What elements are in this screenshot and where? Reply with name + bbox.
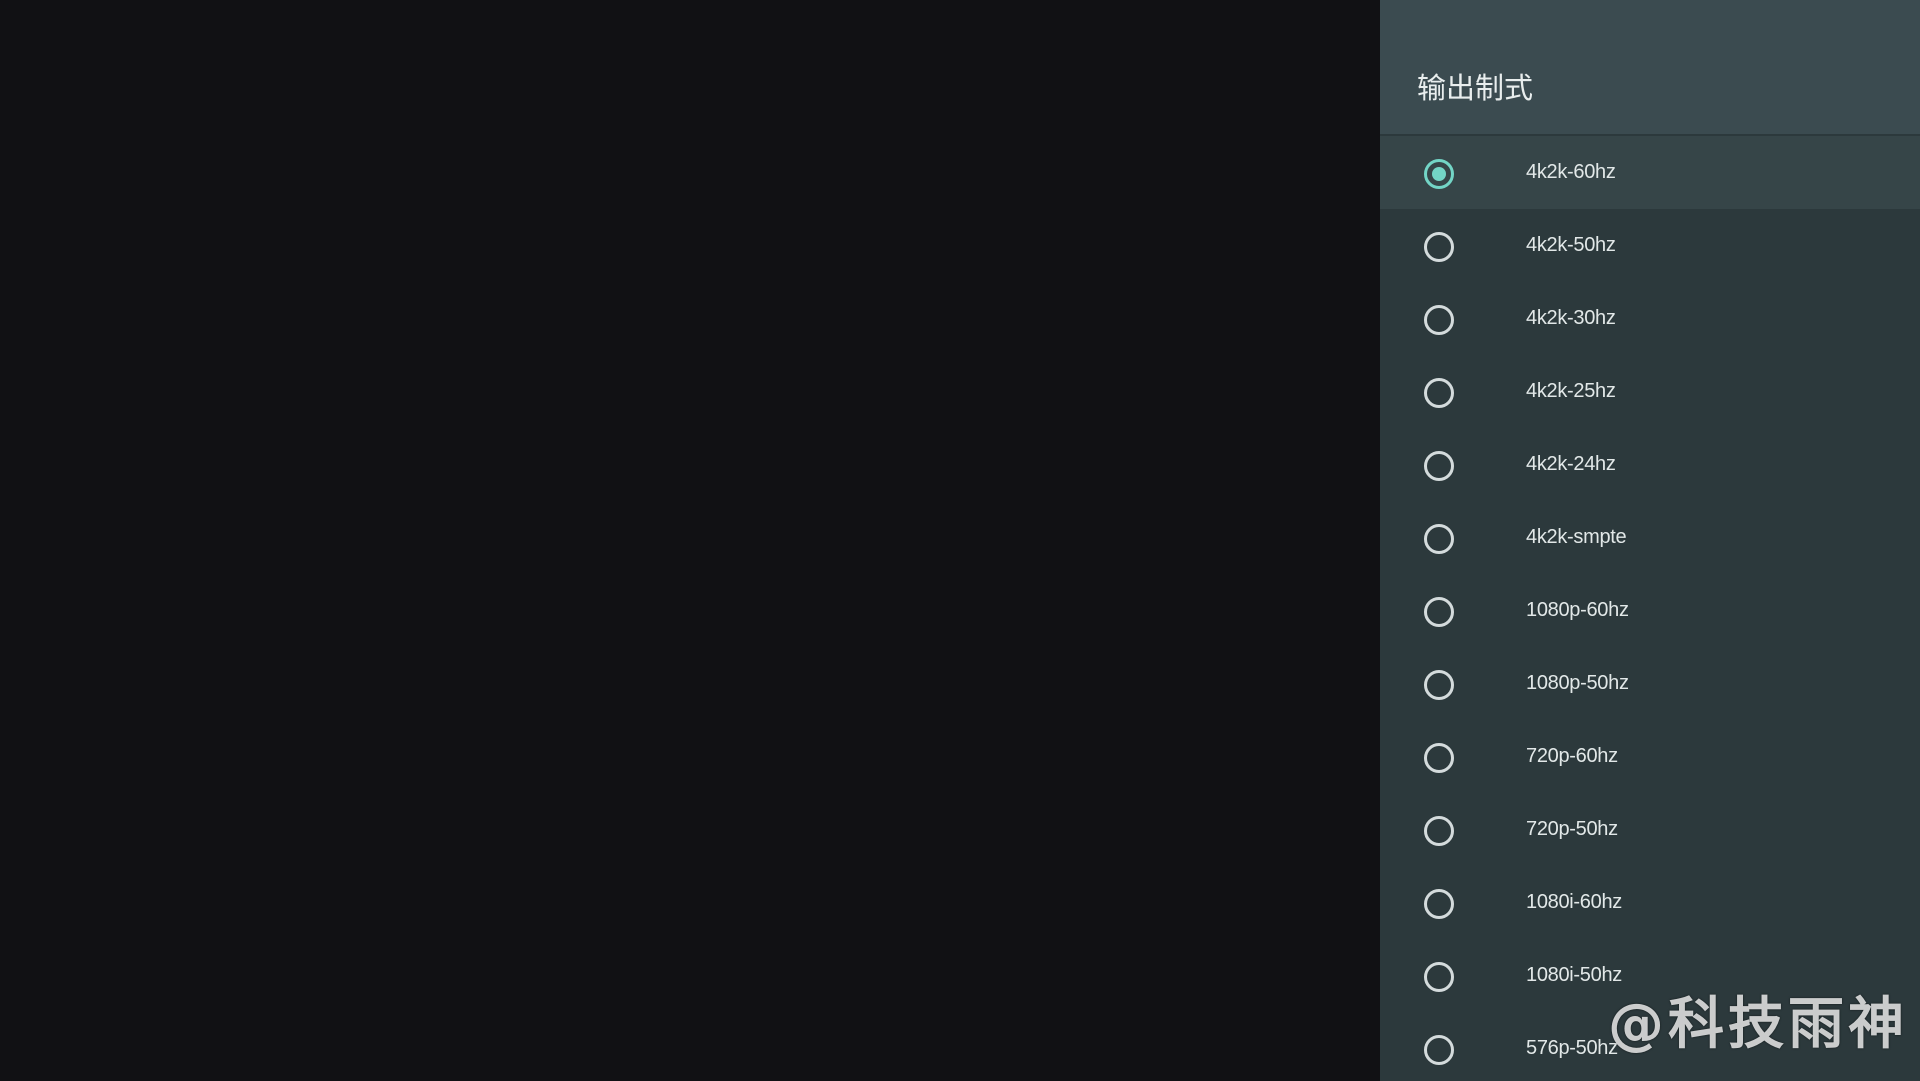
option-label: 720p-50hz — [1526, 818, 1618, 840]
radio-unselected-icon — [1424, 378, 1454, 408]
option-label: 4k2k-25hz — [1526, 380, 1616, 402]
option-label: 1080p-50hz — [1526, 672, 1629, 694]
option-item[interactable]: 720p-50hz — [1380, 793, 1920, 866]
radio-unselected-icon — [1424, 524, 1454, 554]
option-label: 4k2k-50hz — [1526, 234, 1616, 256]
option-label: 576p-50hz — [1526, 1037, 1618, 1059]
panel-header: 输出制式 — [1380, 0, 1920, 134]
output-format-panel: 输出制式 4k2k-60hz 4k2k-50hz 4k2k-30hz 4k2k-… — [1380, 0, 1920, 1081]
option-label: 1080i-60hz — [1526, 891, 1622, 913]
radio-unselected-icon — [1424, 597, 1454, 627]
option-item[interactable]: 4k2k-60hz — [1380, 136, 1920, 209]
radio-unselected-icon — [1424, 670, 1454, 700]
option-item[interactable]: 4k2k-24hz — [1380, 428, 1920, 501]
option-item[interactable]: 720p-60hz — [1380, 720, 1920, 793]
radio-unselected-icon — [1424, 816, 1454, 846]
radio-unselected-icon — [1424, 305, 1454, 335]
option-item[interactable]: 1080p-50hz — [1380, 647, 1920, 720]
radio-unselected-icon — [1424, 962, 1454, 992]
radio-unselected-icon — [1424, 232, 1454, 262]
radio-unselected-icon — [1424, 889, 1454, 919]
screen: 输出制式 4k2k-60hz 4k2k-50hz 4k2k-30hz 4k2k-… — [0, 0, 1920, 1081]
radio-unselected-icon — [1424, 743, 1454, 773]
background-area — [0, 0, 1380, 1081]
option-item[interactable]: 4k2k-smpte — [1380, 501, 1920, 574]
output-format-list: 4k2k-60hz 4k2k-50hz 4k2k-30hz 4k2k-25hz … — [1380, 136, 1920, 1081]
option-label: 4k2k-smpte — [1526, 526, 1627, 548]
option-item[interactable]: 4k2k-30hz — [1380, 282, 1920, 355]
radio-unselected-icon — [1424, 451, 1454, 481]
watermark: @科技雨神 — [1608, 992, 1908, 1057]
option-item[interactable]: 4k2k-25hz — [1380, 355, 1920, 428]
radio-selected-icon — [1424, 159, 1454, 189]
radio-unselected-icon — [1424, 1035, 1454, 1065]
option-label: 720p-60hz — [1526, 745, 1618, 767]
panel-title: 输出制式 — [1417, 71, 1534, 105]
option-label: 1080i-50hz — [1526, 964, 1622, 986]
option-label: 1080p-60hz — [1526, 599, 1629, 621]
option-item[interactable]: 1080i-60hz — [1380, 866, 1920, 939]
option-label: 4k2k-30hz — [1526, 307, 1616, 329]
option-label: 4k2k-24hz — [1526, 453, 1616, 475]
option-item[interactable]: 4k2k-50hz — [1380, 209, 1920, 282]
option-item[interactable]: 1080p-60hz — [1380, 574, 1920, 647]
option-label: 4k2k-60hz — [1526, 161, 1616, 183]
